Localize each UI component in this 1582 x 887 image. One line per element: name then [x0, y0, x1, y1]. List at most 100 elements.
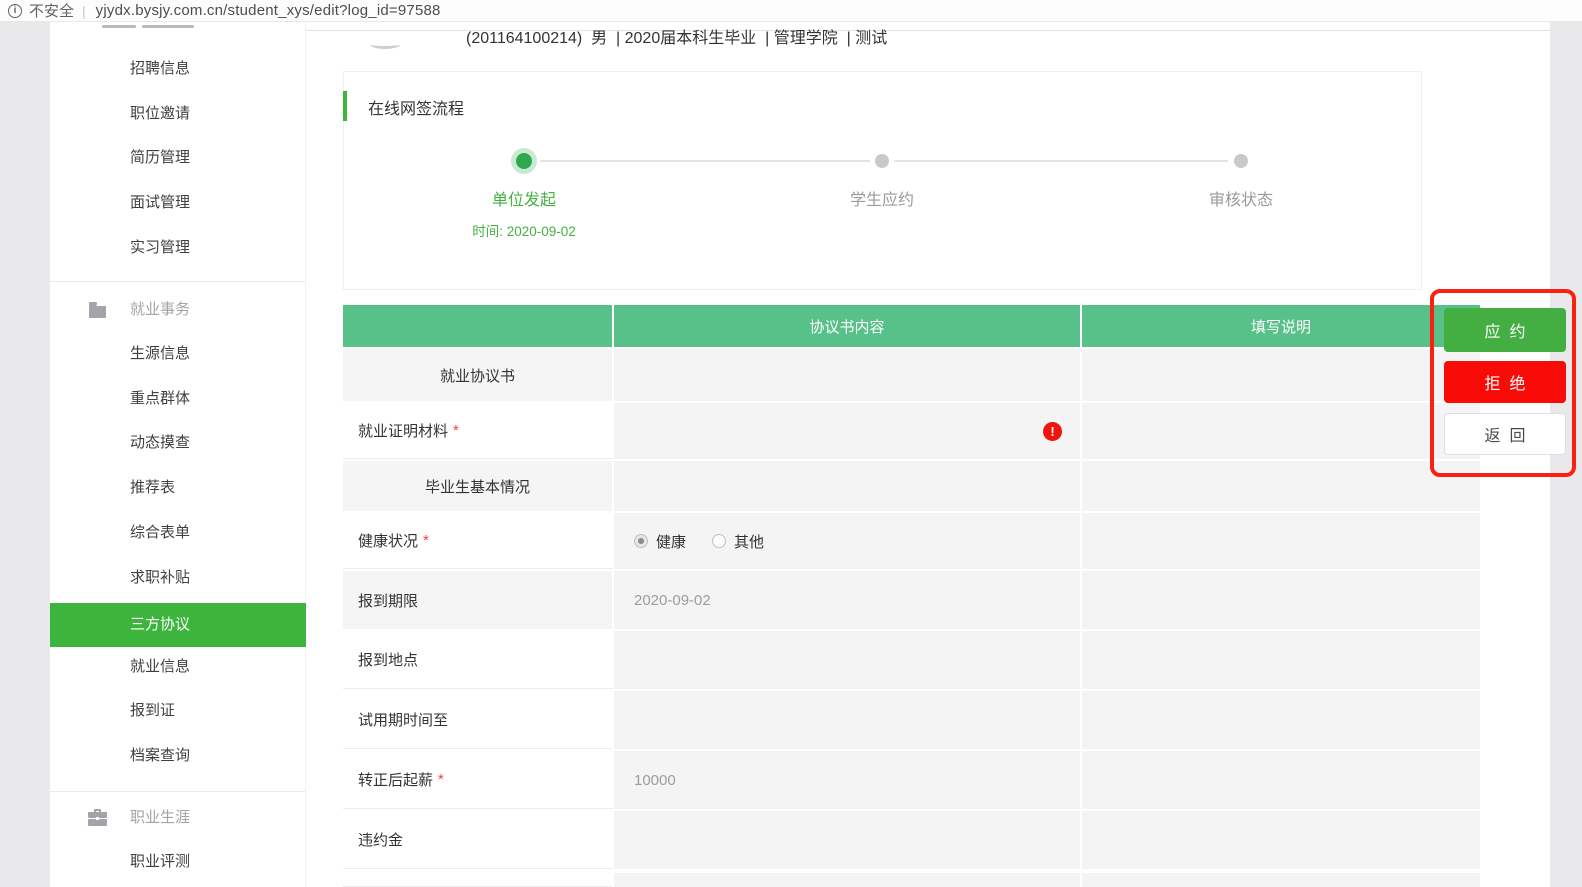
instruction-cell: [1082, 691, 1480, 749]
sidebar-item-partial: [102, 25, 222, 32]
info-icon[interactable]: i: [8, 4, 22, 18]
back-button[interactable]: 返回: [1444, 413, 1566, 455]
content-cell: [614, 691, 1080, 749]
row-label: 违约金: [358, 829, 403, 850]
report-deadline-value: 2020-09-02: [634, 592, 711, 609]
sidebar-item-key-groups[interactable]: 重点群体: [50, 377, 306, 421]
radio-unchecked-icon[interactable]: [712, 534, 726, 548]
sidebar-section-label: 职业生涯: [130, 809, 190, 826]
radio-option-other[interactable]: 其他: [712, 531, 764, 552]
required-asterisk: *: [438, 771, 444, 788]
card-accent-bar: [343, 91, 347, 121]
sidebar-item-employment-info[interactable]: 就业信息: [50, 645, 306, 689]
content-cell: [614, 349, 1080, 401]
table-row-report-location: 报到地点: [343, 631, 1480, 689]
header-cell-fill-instructions: 填写说明: [1082, 305, 1480, 347]
accept-button[interactable]: 应约: [1444, 308, 1566, 352]
table-row-penalty-fee: 违约金: [343, 811, 1480, 869]
sidebar-item-tripartite-agreement[interactable]: 三方协议: [50, 603, 306, 647]
sidebar-item-career-assessment[interactable]: 职业评测: [50, 840, 306, 884]
sidebar-item-recommendation-form[interactable]: 推荐表: [50, 466, 306, 510]
row-label: 就业证明材料: [358, 420, 448, 441]
step-todo-dot: [1234, 154, 1248, 168]
table-row-starting-salary: 转正后起薪 * 10000: [343, 751, 1480, 809]
table-row-probation-until: 试用期时间至: [343, 691, 1480, 749]
card-title: 在线网签流程: [368, 95, 464, 119]
step-time: 时间: 2020-09-02: [414, 220, 634, 240]
content-shell: 招聘信息 职位邀请 简历管理 面试管理 实习管理 就业事务 生源信息 重点群体 …: [50, 22, 1550, 887]
content-cell: [614, 811, 1080, 869]
instruction-cell: [1082, 461, 1480, 511]
table-header-row: 协议书内容 填写说明: [343, 305, 1480, 347]
content-cell: [614, 631, 1080, 689]
sidebar-item-job-seeking-subsidy[interactable]: 求职补贴: [50, 556, 306, 600]
online-signing-process-card: 在线网签流程 单位发起 学生应约 审核状态 时间: 2020-09-02: [343, 71, 1422, 290]
folder-icon: [88, 301, 107, 318]
browser-address-bar[interactable]: i 不安全 | yjydx.bysjy.com.cn/student_xys/e…: [0, 0, 1582, 22]
sidebar-section-label: 就业事务: [130, 301, 190, 318]
instruction-cell: [1082, 513, 1480, 569]
table-row-partial: [343, 873, 1480, 887]
briefcase-icon: [88, 809, 107, 826]
instruction-cell: [1082, 349, 1480, 401]
content-cell: 2020-09-02: [614, 571, 1080, 629]
table-row-health-status: 健康状况 * 健康 其他: [343, 513, 1480, 569]
sidebar-item-archive-inquiry[interactable]: 档案查询: [50, 734, 306, 778]
required-asterisk: *: [453, 422, 459, 439]
step-done-dot: [516, 153, 532, 169]
sidebar-item-comprehensive-forms[interactable]: 综合表单: [50, 511, 306, 555]
sidebar-item-internship-management[interactable]: 实习管理: [50, 226, 306, 270]
row-label: 转正后起薪: [358, 769, 433, 790]
security-label: 不安全: [29, 0, 74, 21]
table-row-report-deadline: 报到期限 2020-09-02: [343, 571, 1480, 629]
instruction-cell: [1082, 631, 1480, 689]
row-label: 健康状况: [358, 530, 418, 551]
content-cell: !: [614, 403, 1080, 459]
radio-checked-icon[interactable]: [634, 534, 648, 548]
url-text[interactable]: yjydx.bysjy.com.cn/student_xys/edit?log_…: [96, 2, 441, 19]
row-label: 毕业生基本情况: [425, 476, 530, 497]
radio-label: 健康: [656, 531, 686, 552]
sidebar-item-resume-management[interactable]: 简历管理: [50, 136, 306, 180]
starting-salary-value: 10000: [634, 772, 676, 789]
instruction-cell: [1082, 811, 1480, 869]
table-row-employment-proof: 就业证明材料 * !: [343, 403, 1480, 459]
health-radio-group: 健康 其他: [634, 531, 764, 552]
step-todo-dot: [875, 154, 889, 168]
instruction-cell: [1082, 873, 1480, 887]
sidebar-item-student-origin-info[interactable]: 生源信息: [50, 332, 306, 376]
header-cell-empty: [343, 305, 612, 347]
step-label-review-status: 审核状态: [1161, 186, 1321, 210]
address-bar-divider: |: [82, 3, 86, 19]
radio-option-healthy[interactable]: 健康: [634, 531, 686, 552]
content-cell: 10000: [614, 751, 1080, 809]
row-label: 报到期限: [358, 590, 418, 611]
sidebar-item-recruitment-info[interactable]: 招聘信息: [50, 47, 306, 91]
content-cell: [614, 461, 1080, 511]
sidebar-divider: [50, 791, 306, 792]
sidebar-divider: [50, 281, 306, 282]
content-cell: 健康 其他: [614, 513, 1080, 569]
step-label-student-response: 学生应约: [802, 186, 962, 210]
radio-label: 其他: [734, 531, 764, 552]
header-cell-agreement-content: 协议书内容: [614, 305, 1080, 347]
required-asterisk: *: [423, 532, 429, 549]
instruction-cell: [1082, 751, 1480, 809]
sidebar-item-registration-card[interactable]: 报到证: [50, 689, 306, 733]
row-label: 试用期时间至: [358, 709, 448, 730]
table-row-employment-agreement: 就业协议书: [343, 349, 1480, 401]
sidebar-item-interview-management[interactable]: 面试管理: [50, 181, 306, 225]
step-connector: [540, 160, 870, 162]
sidebar-item-dynamic-survey[interactable]: 动态摸查: [50, 421, 306, 465]
instruction-cell: [1082, 403, 1480, 459]
sidebar-item-job-invitations[interactable]: 职位邀请: [50, 92, 306, 136]
avatar: [370, 40, 400, 49]
row-label: 报到地点: [358, 649, 418, 670]
reject-button[interactable]: 拒绝: [1444, 361, 1566, 403]
instruction-cell: [1082, 571, 1480, 629]
row-label: 就业协议书: [440, 365, 515, 386]
step-label-company-initiated: 单位发起: [444, 186, 604, 210]
sidebar: 招聘信息 职位邀请 简历管理 面试管理 实习管理 就业事务 生源信息 重点群体 …: [50, 22, 306, 887]
error-badge-icon[interactable]: !: [1043, 422, 1062, 441]
agreement-table: 协议书内容 填写说明 就业协议书 就业证明材料 * !: [343, 305, 1480, 887]
